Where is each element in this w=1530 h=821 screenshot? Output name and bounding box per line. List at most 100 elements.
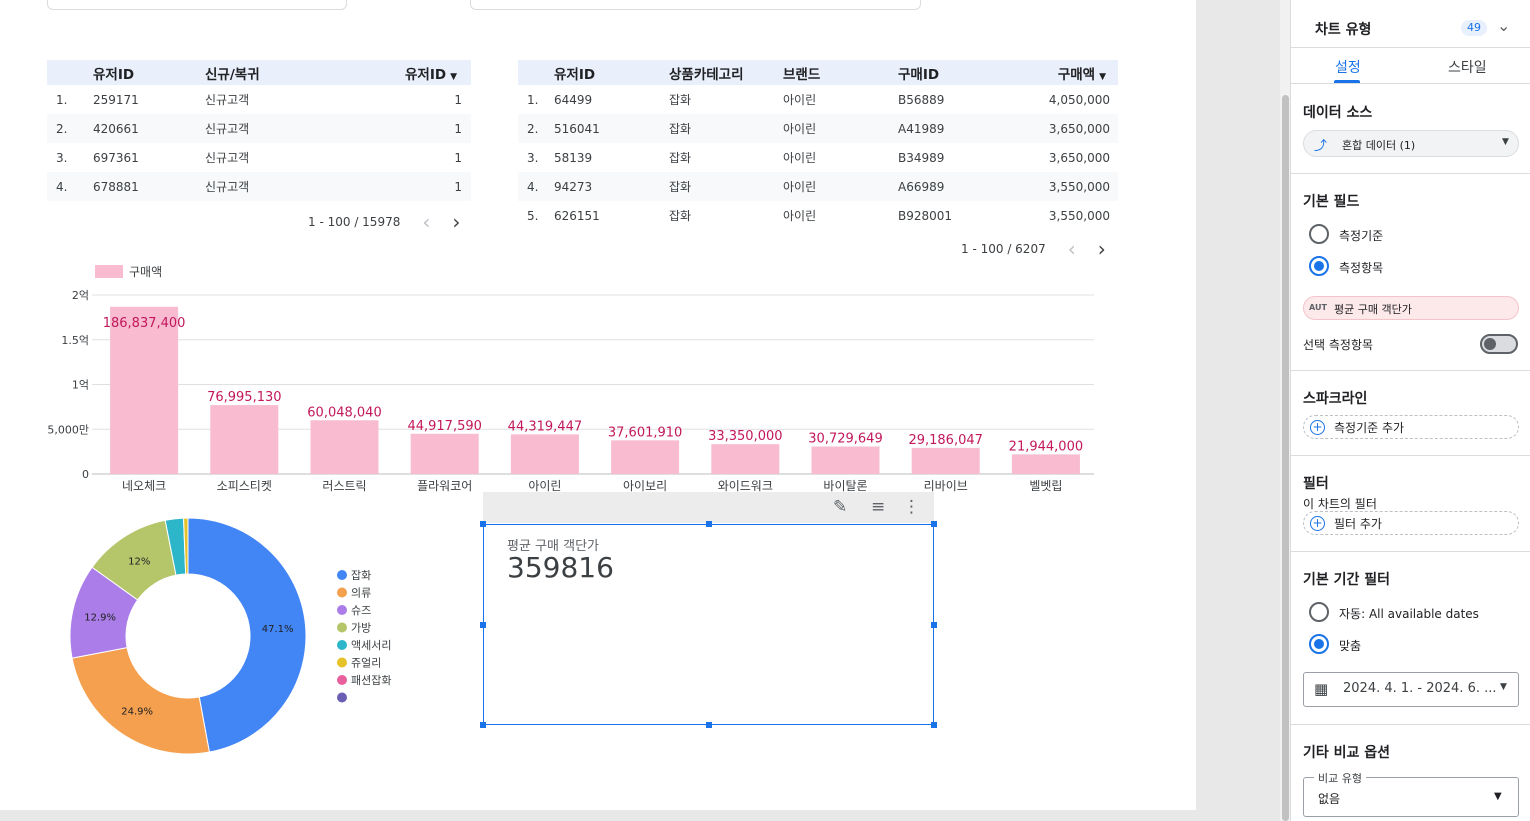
cell-brand: 아이린 [783, 93, 817, 107]
edit-pencil-icon[interactable]: ✎ [833, 497, 847, 517]
chart-toolbar: ✎ ≡ ⋮ [483, 492, 934, 523]
row-number: 5. [527, 208, 539, 223]
table1-pager: 1 - 100 / 15978 ‹ › [308, 210, 460, 234]
col-header-category[interactable]: 상품카테고리 [669, 63, 744, 83]
resize-handle[interactable] [480, 622, 486, 628]
table-row[interactable]: 3. 697361 신규고객 1 [47, 143, 471, 172]
cell-user-id: 678881 [93, 179, 139, 194]
col-header-amount[interactable]: 구매액 ▼ [1058, 63, 1106, 83]
donut-slice [71, 647, 210, 755]
cell-user-id: 516041 [554, 121, 600, 136]
slice-label: 47.1% [262, 624, 294, 635]
legend-label: 가방 [351, 622, 371, 635]
sort-desc-icon: ▼ [1099, 71, 1106, 82]
table-row[interactable]: 4. 94273 잡화 아이린 A66989 3,550,000 [518, 172, 1118, 201]
add-filter-button[interactable]: + 필터 추가 [1303, 511, 1519, 535]
properties-panel: 차트 유형 49 ⌄ 설정 스타일 데이터 소스 ⤴ 혼합 데이터 (1) ▼ … [1290, 0, 1530, 821]
legend-label: 잡화 [351, 569, 371, 582]
tab-style[interactable]: 스타일 [1448, 57, 1487, 77]
resize-handle[interactable] [706, 521, 712, 527]
col-header-new-return[interactable]: 신규/복귀 [205, 63, 260, 83]
table-header: 유저ID 신규/복귀 유저ID ▼ [47, 60, 471, 85]
date-range-picker[interactable]: ▦ 2024. 4. 1. - 2024. 6. ... ▼ [1303, 672, 1519, 707]
cell-category: 잡화 [669, 180, 692, 194]
sort-desc-icon: ▼ [450, 71, 457, 82]
date-auto-label: 자동: All available dates [1339, 607, 1479, 621]
resize-handle[interactable] [706, 722, 712, 728]
legend-dot [337, 675, 347, 685]
radio-metric[interactable] [1309, 256, 1329, 276]
cell-count: 1 [454, 150, 462, 165]
filter-icon[interactable]: ≡ [871, 497, 885, 517]
cell-user-id: 259171 [93, 92, 139, 107]
optional-metric-toggle[interactable] [1480, 334, 1518, 354]
col-header-user-id[interactable]: 유저ID [93, 63, 134, 83]
add-dimension-label: 측정기준 추가 [1334, 420, 1405, 435]
report-canvas: 유저ID 신규/복귀 유저ID ▼ 1. 259171 신규고객 1 2. 420661 신규… [0, 0, 1196, 810]
next-page-icon[interactable]: › [452, 210, 460, 234]
slice-label: 12.9% [84, 613, 116, 624]
table-row[interactable]: 2. 516041 잡화 아이린 A41989 3,650,000 [518, 114, 1118, 143]
x-tick-label: 러스트릭 [322, 479, 366, 493]
cell-amount: 3,650,000 [1048, 121, 1110, 136]
cell-purchase-id: B56889 [898, 92, 945, 107]
pager-text: 1 - 100 / 6207 [961, 242, 1046, 256]
chart-card-top-left[interactable] [47, 0, 347, 10]
x-tick-label: 리바이브 [924, 479, 968, 493]
bar [811, 446, 880, 474]
legend-swatch [95, 265, 123, 278]
date-filter-title: 기본 기간 필터 [1303, 572, 1391, 588]
legend-label: 슈즈 [351, 604, 371, 617]
chevron-down-icon[interactable]: ⌄ [1497, 16, 1510, 35]
resize-handle[interactable] [931, 622, 937, 628]
table-row[interactable]: 1. 64499 잡화 아이린 B56889 4,050,000 [518, 85, 1118, 114]
donut-chart[interactable]: 47.1% 24.9% 12.9% 12% 잡화의류슈즈가방액세서리쥬얼리패션잡화 [60, 510, 420, 770]
date-custom-label: 맞춤 [1339, 639, 1362, 653]
bar-chart[interactable]: 구매액 0 5,000만 1억 1.5억 2억 186,837,400 네오체크 76,995,… [40, 258, 1110, 498]
panel-scrollbar[interactable] [1280, 0, 1290, 821]
prev-page-icon[interactable]: ‹ [422, 210, 430, 234]
y-tick-label: 1.5억 [61, 334, 89, 347]
table-row[interactable]: 2. 420661 신규고객 1 [47, 114, 471, 143]
cell-user-id: 58139 [554, 150, 593, 165]
data-source-value: 혼합 데이터 (1) [1342, 139, 1416, 152]
radio-dimension[interactable] [1309, 224, 1329, 244]
chart-type-badge: 49 [1461, 20, 1487, 36]
resize-handle[interactable] [931, 521, 937, 527]
compare-type-select[interactable]: 비교 유형 없음 ▼ [1303, 770, 1519, 817]
scorecard-value: 359816 [507, 551, 614, 584]
table-row[interactable]: 5. 626151 잡화 아이린 B928001 3,550,000 [518, 201, 1118, 230]
more-vert-icon[interactable]: ⋮ [903, 497, 920, 517]
data-source-dropdown[interactable]: ⤴ 혼합 데이터 (1) ▼ [1303, 130, 1519, 157]
purchase-table[interactable]: 유저ID 상품카테고리 브랜드 구매ID 구매액 ▼ 1. 64499 잡화 아이린 B5… [518, 60, 1118, 230]
scrollbar-thumb[interactable] [1282, 95, 1289, 821]
radio-date-custom[interactable] [1309, 634, 1329, 654]
compare-title: 기타 비교 옵션 [1303, 745, 1391, 761]
resize-handle[interactable] [480, 521, 486, 527]
table-row[interactable]: 1. 259171 신규고객 1 [47, 85, 471, 114]
cell-count: 1 [454, 179, 462, 194]
scorecard[interactable]: 평균 구매 객단가 359816 [480, 521, 937, 728]
legend-label: 의류 [351, 587, 371, 600]
col-header-user-id-count[interactable]: 유저ID ▼ [405, 63, 457, 83]
chart-type-selector[interactable]: 차트 유형 49 ⌄ [1291, 8, 1530, 48]
metric-chip[interactable]: AUT 평균 구매 객단가 [1303, 296, 1519, 320]
col-header-purchase-id[interactable]: 구매ID [898, 63, 939, 83]
table-row[interactable]: 3. 58139 잡화 아이린 B34989 3,650,000 [518, 143, 1118, 172]
add-dimension-button[interactable]: + 측정기준 추가 [1303, 415, 1519, 439]
chart-card-top-center[interactable] [470, 0, 921, 10]
resize-handle[interactable] [480, 722, 486, 728]
cell-purchase-id: B928001 [898, 208, 953, 223]
sparkline-title: 스파크라인 [1303, 391, 1368, 407]
cell-new-return: 신규고객 [205, 93, 250, 107]
col-header-user-id[interactable]: 유저ID [554, 63, 595, 83]
legend-dot [337, 692, 347, 703]
col-header-brand[interactable]: 브랜드 [783, 63, 820, 83]
table-row[interactable]: 4. 678881 신규고객 1 [47, 172, 471, 201]
new-users-table[interactable]: 유저ID 신규/복귀 유저ID ▼ 1. 259171 신규고객 1 2. 420661 신규… [47, 60, 471, 201]
tab-setup[interactable]: 설정 [1335, 57, 1361, 77]
resize-handle[interactable] [931, 722, 937, 728]
data-label: 21,944,000 [1009, 439, 1083, 454]
radio-date-auto[interactable] [1309, 602, 1329, 622]
x-tick-label: 와이드워크 [718, 479, 773, 493]
